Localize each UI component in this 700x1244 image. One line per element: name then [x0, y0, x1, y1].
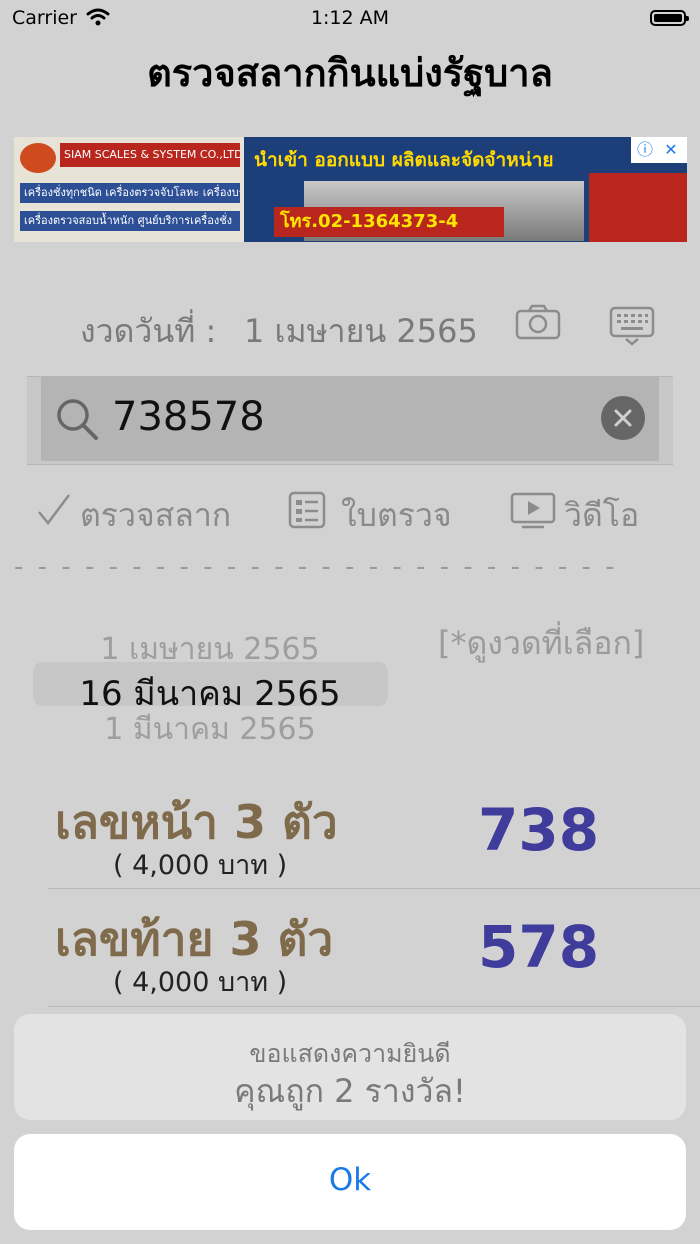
keyboard-icon[interactable]	[609, 306, 655, 346]
status-time: 1:12 AM	[310, 7, 390, 29]
ad-choices[interactable]: ⓘ ✕	[631, 137, 687, 163]
battery-icon	[650, 10, 689, 26]
draw-date-value: 1 เมษายน 2565	[244, 312, 478, 350]
checkmark-icon	[36, 492, 72, 532]
ad-products-line1: เครื่องชั่งทุกชนิด เครื่องตรวจจับโลหะ เค…	[20, 183, 240, 203]
camera-icon[interactable]	[515, 304, 561, 340]
prize-number: 738	[478, 796, 600, 864]
alert-message: คุณถูก 2 รางวัล!	[234, 1072, 466, 1110]
tab-result-sheet[interactable]: ใบตรวจ	[287, 488, 467, 534]
close-icon[interactable]: ✕	[661, 140, 681, 160]
tab-video[interactable]: วิดีโอ	[510, 488, 660, 534]
search-input-value[interactable]: 738578	[112, 394, 265, 440]
search-icon	[54, 396, 100, 442]
prize-amount: ( 4,000 บาท )	[113, 967, 288, 998]
view-selected-draw-button[interactable]: [*ดูงวดที่เลือก]	[438, 618, 644, 669]
tab-label: ใบตรวจ	[341, 496, 452, 534]
draw-date-label: งวดวันที่ :	[80, 312, 217, 350]
ok-button-label[interactable]: Ok	[14, 1162, 686, 1198]
tab-label: วิดีโอ	[564, 496, 640, 534]
ad-banner[interactable]: SIAM SCALES & SYSTEM CO.,LTD. เครื่องชั่…	[14, 137, 687, 242]
ad-headline: นำเข้า ออกแบบ ผลิตและจัดจำหน่าย	[254, 149, 554, 171]
ad-left-panel: SIAM SCALES & SYSTEM CO.,LTD. เครื่องชั่…	[14, 137, 244, 242]
tab-check-lottery[interactable]: ตรวจสลาก	[36, 488, 236, 534]
ad-phone: โทร.02-1364373-4	[274, 207, 504, 237]
ad-truck-image	[589, 173, 687, 242]
ad-products-line2: เครื่องตรวจสอบน้ำหนัก ศูนย์บริการเครื่อง…	[20, 211, 240, 231]
status-bar: Carrier 1:12 AM	[0, 0, 700, 36]
page-title: ตรวจสลากกินแบ่งรัฐบาล	[147, 51, 553, 95]
result-separator	[48, 888, 700, 889]
prize-amount: ( 4,000 บาท )	[113, 850, 288, 881]
document-icon	[287, 490, 327, 534]
ad-company: SIAM SCALES & SYSTEM CO.,LTD.	[60, 143, 240, 167]
picker-option-next[interactable]: 1 มีนาคม 2565	[0, 706, 420, 753]
company-logo-icon	[20, 143, 56, 173]
tab-label: ตรวจสลาก	[80, 496, 232, 534]
prize-number: 578	[478, 913, 600, 981]
clear-icon[interactable]	[601, 396, 645, 440]
result-separator	[48, 1006, 700, 1007]
divider: - - - - - - - - - - - - - - - - - - - - …	[14, 552, 618, 582]
video-icon	[510, 492, 556, 534]
info-icon[interactable]: ⓘ	[635, 140, 655, 160]
